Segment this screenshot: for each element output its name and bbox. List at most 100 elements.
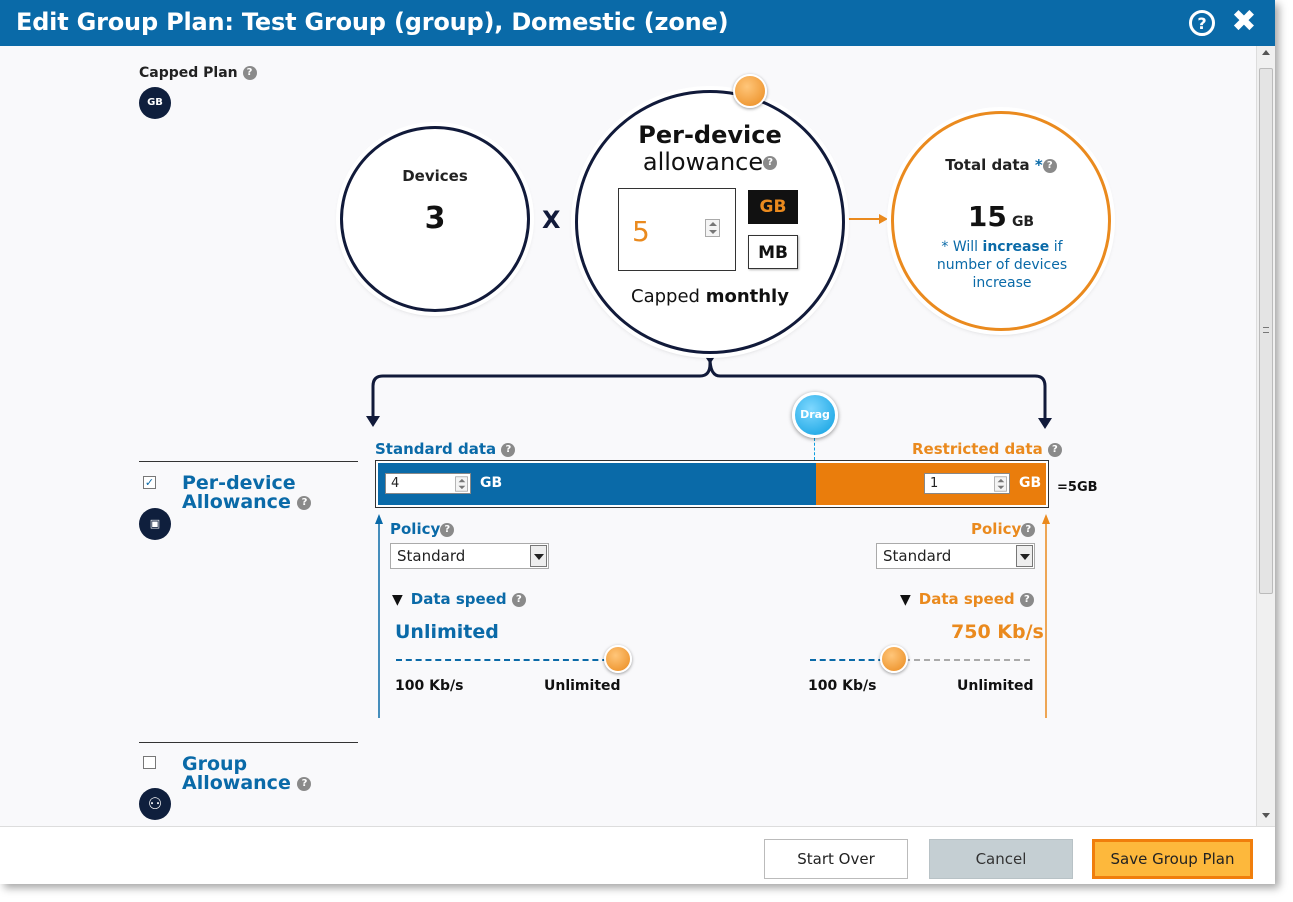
restricted-data-unit: GB	[1019, 475, 1042, 491]
restricted-data-speed-toggle[interactable]: ▼ Data speed ?	[900, 590, 1034, 608]
group-allowance-title: Group Allowance ?	[182, 755, 312, 793]
restricted-data-value: 1	[930, 476, 939, 491]
standard-data-unit: GB	[480, 475, 503, 491]
per-device-allowance-circle: Per-device allowance? 5 GB MB Capped mon…	[575, 90, 845, 354]
total-data-value: 15 GB	[894, 200, 1108, 233]
restricted-data-speed-label: Data speed	[918, 590, 1015, 608]
device-icon: ▣	[139, 508, 171, 540]
data-split-bar: 4 GB 1 GB	[375, 460, 1049, 508]
split-drag-handle[interactable]: Drag	[792, 392, 838, 438]
allowance-amount-input[interactable]: 5	[618, 188, 736, 271]
dialog-titlebar: Edit Group Plan: Test Group (group), Dom…	[0, 0, 1275, 46]
slider-track-empty	[893, 659, 1030, 661]
restricted-speed-min-label: 100 Kb/s	[808, 678, 877, 694]
scrollbar-thumb[interactable]	[1259, 68, 1273, 594]
help-icon[interactable]: ?	[440, 522, 455, 537]
devices-circle: Devices 3	[340, 126, 530, 312]
gb-plan-icon: GB	[139, 87, 171, 119]
restricted-policy-value: Standard	[883, 547, 952, 565]
help-icon[interactable]: ?	[297, 495, 312, 510]
standard-data-speed-toggle[interactable]: ▼ Data speed ?	[392, 590, 526, 608]
dialog-title: Edit Group Plan: Test Group (group), Dom…	[16, 8, 729, 36]
standard-data-label: Standard data ?	[375, 440, 516, 458]
help-icon[interactable]: ?	[1042, 158, 1057, 173]
vertical-scrollbar[interactable]	[1256, 46, 1275, 826]
group-title-line2: Allowance ?	[182, 774, 312, 793]
grip-icon	[1263, 327, 1269, 333]
close-icon[interactable]: ✖	[1231, 7, 1257, 37]
help-icon[interactable]: ?	[511, 592, 526, 607]
chevron-down-icon[interactable]	[1016, 545, 1033, 567]
split-total-label: =5GB	[1057, 480, 1098, 495]
allowance-period-prefix: Capped	[631, 286, 706, 307]
restricted-speed-max-label: Unlimited	[957, 678, 1034, 694]
allowance-spinner[interactable]	[705, 219, 720, 237]
total-note-bold: increase	[982, 239, 1050, 255]
total-data-label-text: Total data	[945, 156, 1030, 174]
restricted-data-input[interactable]: 1	[924, 473, 1010, 494]
standard-policy-value: Standard	[397, 547, 466, 565]
restricted-speed-knob[interactable]	[879, 645, 908, 673]
scroll-up-arrow-icon[interactable]	[1262, 50, 1270, 55]
standard-data-speed-label: Data speed	[410, 590, 507, 608]
allowance-knob[interactable]	[733, 74, 767, 108]
edit-group-plan-dialog: Edit Group Plan: Test Group (group), Dom…	[0, 0, 1275, 884]
chevron-down-icon[interactable]	[530, 545, 547, 567]
per-device-title-line2-text: Allowance	[182, 491, 291, 513]
standard-speed-value: Unlimited	[395, 621, 499, 643]
help-icon[interactable]: ?	[763, 156, 778, 170]
per-device-title-line2: Allowance ?	[182, 491, 312, 513]
group-users-icon: ⚇	[139, 788, 171, 820]
allowance-amount-value: 5	[632, 215, 650, 248]
standard-data-spinner[interactable]	[455, 476, 468, 492]
standard-speed-max-label: Unlimited	[544, 678, 621, 694]
help-icon[interactable]: ?	[1189, 10, 1215, 36]
help-icon[interactable]: ?	[1047, 442, 1062, 457]
collapse-triangle-icon: ▼	[900, 592, 911, 608]
total-data-circle: Total data *? 15 GB * Will increase if n…	[891, 111, 1111, 331]
unit-gb-button[interactable]: GB	[748, 190, 798, 224]
start-over-button[interactable]: Start Over	[764, 839, 908, 879]
standard-policy-label-text: Policy	[390, 520, 441, 538]
total-note-prefix: * Will	[941, 239, 983, 255]
collapse-triangle-icon: ▼	[392, 592, 403, 608]
restricted-speed-value: 750 Kb/s	[951, 621, 1044, 643]
section-divider	[139, 461, 358, 462]
allowance-period-value: monthly	[705, 286, 789, 307]
scroll-down-arrow-icon[interactable]	[1262, 813, 1270, 818]
standard-policy-select[interactable]: Standard	[390, 543, 549, 569]
standard-data-input[interactable]: 4	[385, 473, 471, 494]
standard-data-value: 4	[391, 476, 400, 491]
per-device-allowance-title: Per-device Allowance ?	[182, 474, 312, 513]
total-data-number: 15	[967, 200, 1007, 233]
unit-mb-button[interactable]: MB	[748, 235, 798, 269]
allowance-title: Per-device	[638, 121, 782, 149]
help-icon[interactable]: ?	[501, 442, 516, 457]
cancel-button[interactable]: Cancel	[929, 839, 1073, 879]
devices-count: 3	[424, 201, 446, 236]
restricted-policy-label: Policy?	[971, 520, 1036, 538]
standard-data-label-text: Standard data	[375, 440, 497, 458]
restricted-policy-select[interactable]: Standard	[876, 543, 1035, 569]
help-icon[interactable]: ?	[242, 66, 257, 80]
group-allowance-checkbox[interactable]	[143, 756, 156, 769]
devices-label: Devices	[402, 167, 468, 185]
help-icon[interactable]: ?	[297, 776, 312, 791]
plan-type-label: Capped Plan ?	[139, 65, 257, 81]
drag-guide-line	[814, 438, 815, 460]
total-data-unit: GB	[1011, 214, 1035, 230]
save-group-plan-button[interactable]: Save Group Plan	[1092, 839, 1253, 879]
restricted-data-spinner[interactable]	[994, 476, 1007, 492]
total-data-note: * Will increase if number of devices inc…	[914, 238, 1090, 292]
dialog-footer: Start Over Cancel Save Group Plan	[0, 826, 1275, 884]
allowance-subtitle: allowance?	[578, 148, 842, 176]
dialog-content: Capped Plan ? GB Devices 3 X Per-device …	[0, 46, 1256, 826]
restricted-data-label-text: Restricted data	[912, 440, 1043, 458]
allowance-period: Capped monthly	[578, 286, 842, 307]
help-icon[interactable]: ?	[1021, 522, 1036, 537]
help-icon[interactable]: ?	[1019, 592, 1034, 607]
plan-type-text: Capped Plan	[139, 65, 238, 81]
per-device-allowance-checkbox[interactable]: ✓	[143, 476, 156, 489]
multiply-sign: X	[542, 206, 561, 234]
standard-speed-knob[interactable]	[604, 645, 632, 673]
